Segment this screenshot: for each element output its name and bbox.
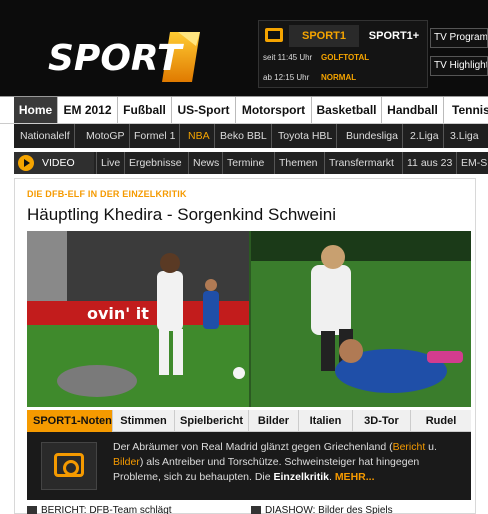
- story-headline[interactable]: Häuptling Khedira - Sorgenkind Schweini: [27, 205, 336, 225]
- nav-basketball[interactable]: Basketball: [312, 97, 382, 123]
- nav-us-sport[interactable]: US-Sport: [172, 97, 236, 123]
- subnav-beko-bbl[interactable]: Beko BBL: [216, 124, 272, 148]
- page: SPORT SPORT1 SPORT1+ seit 11:45 Uhr GOLF…: [0, 0, 488, 514]
- tv-widget: SPORT1 SPORT1+ seit 11:45 Uhr GOLFTOTAL …: [258, 20, 428, 88]
- subnav-toyota-hbl[interactable]: Toyota HBL: [274, 124, 338, 148]
- sub-nav: Nationalelf MotoGP Formel 1 NBA Beko BBL…: [14, 124, 488, 148]
- nav-handball[interactable]: Handball: [382, 97, 444, 123]
- subnav-formel-1[interactable]: Formel 1: [130, 124, 181, 148]
- teaser-part: u.: [425, 441, 437, 453]
- play-icon: [18, 155, 34, 171]
- teaser-part: Der Abräumer von Real Madrid glänzt gege…: [113, 441, 393, 453]
- video-button[interactable]: VIDEO: [14, 152, 94, 174]
- related-link-bericht[interactable]: BERICHT: DFB-Team schlägt: [27, 505, 172, 514]
- schedule-time: ab 12:15 Uhr: [263, 73, 310, 82]
- tab-italien[interactable]: Italien: [299, 410, 353, 432]
- site-header: SPORT SPORT1 SPORT1+ seit 11:45 Uhr GOLF…: [0, 0, 488, 96]
- subnav-motogp[interactable]: MotoGP: [82, 124, 130, 148]
- schedule-program[interactable]: NORMAL: [321, 73, 356, 82]
- nav-em-2012[interactable]: EM 2012: [58, 97, 118, 123]
- tv-icon: [265, 28, 283, 42]
- schedule-program[interactable]: GOLFTOTAL: [321, 53, 369, 62]
- video-nav-termine[interactable]: Termine: [222, 152, 268, 174]
- gallery-icon: [251, 506, 261, 514]
- related-link-diashow[interactable]: DIASHOW: Bilder des Spiels: [251, 505, 393, 514]
- svg-text:ovin' it: ovin' it: [87, 304, 149, 323]
- sport1-logo[interactable]: SPORT: [40, 28, 216, 84]
- video-nav-transfermarkt[interactable]: Transfermarkt: [324, 152, 398, 174]
- nav-tennis[interactable]: Tennis: [444, 97, 488, 123]
- mehr-link[interactable]: MEHR...: [335, 471, 375, 483]
- teaser-text: Der Abräumer von Real Madrid glänzt gege…: [113, 440, 463, 485]
- einzelkritik-link[interactable]: Einzelkritik: [274, 471, 329, 483]
- tab-spielbericht[interactable]: Spielbericht: [175, 410, 249, 432]
- video-nav-11-aus-23[interactable]: 11 aus 23: [402, 152, 456, 174]
- video-label: VIDEO: [42, 157, 75, 169]
- story-teaser: Der Abräumer von Real Madrid glänzt gege…: [27, 432, 471, 500]
- related-link-label: DIASHOW: Bilder des Spiels: [265, 505, 393, 514]
- nav-fussball[interactable]: Fußball: [118, 97, 172, 123]
- photo-tabs: SPORT1-Noten Stimmen Spielbericht Bilder…: [27, 410, 471, 432]
- subnav-nba[interactable]: NBA: [184, 124, 215, 148]
- tab-3d-tor[interactable]: 3D-Tor: [353, 410, 411, 432]
- nav-motorsport[interactable]: Motorsport: [236, 97, 312, 123]
- tab-stimmen[interactable]: Stimmen: [113, 410, 175, 432]
- top-story: DIE DFB-ELF IN DER EINZELKRITIK Häuptlin…: [14, 178, 476, 514]
- subnav-2-liga[interactable]: 2.Liga: [406, 124, 444, 148]
- subnav-nationalelf[interactable]: Nationalelf: [16, 124, 75, 148]
- camera-icon: [54, 453, 84, 477]
- bilder-link[interactable]: Bilder: [113, 456, 140, 468]
- tab-bilder[interactable]: Bilder: [249, 410, 299, 432]
- main-nav: Home EM 2012 Fußball US-Sport Motorsport…: [0, 96, 488, 124]
- subnav-3-liga[interactable]: 3.Liga: [446, 124, 483, 148]
- article-icon: [27, 506, 37, 514]
- photo-khedira: ovin' it: [27, 231, 249, 407]
- related-link-label: BERICHT: DFB-Team schlägt: [41, 505, 172, 514]
- video-nav-themen[interactable]: Themen: [274, 152, 322, 174]
- story-photo[interactable]: ovin' it: [27, 231, 471, 407]
- video-bar: VIDEO Live Ergebnisse News Termine Theme…: [14, 152, 488, 174]
- subnav-bundesliga[interactable]: Bundesliga: [342, 124, 403, 148]
- story-kicker[interactable]: DIE DFB-ELF IN DER EINZELKRITIK: [27, 189, 187, 199]
- tv-highlights-button[interactable]: TV Highlights: [430, 56, 488, 76]
- logo-wordmark: SPORT: [48, 38, 184, 79]
- schedule-time: seit 11:45 Uhr: [263, 53, 313, 62]
- video-nav-news[interactable]: News: [188, 152, 223, 174]
- tab-sport1[interactable]: SPORT1: [289, 25, 359, 47]
- video-nav-live[interactable]: Live: [96, 152, 124, 174]
- video-nav-em-s[interactable]: EM-S: [456, 152, 488, 174]
- video-nav-ergebnisse[interactable]: Ergebnisse: [124, 152, 186, 174]
- tab-sport1-plus[interactable]: SPORT1+: [361, 25, 427, 47]
- gallery-button[interactable]: [41, 442, 97, 490]
- tab-sport1-noten[interactable]: SPORT1-Noten: [27, 410, 113, 432]
- schedule-row[interactable]: ab 12:15 Uhr NORMAL: [263, 73, 356, 82]
- nav-home[interactable]: Home: [14, 97, 58, 123]
- photo-schweinsteiger: [251, 231, 471, 407]
- tab-rudel[interactable]: Rudel: [411, 410, 471, 432]
- bericht-link[interactable]: Bericht: [393, 441, 426, 453]
- tv-programm-button[interactable]: TV Programm: [430, 28, 488, 48]
- schedule-row[interactable]: seit 11:45 Uhr GOLFTOTAL: [263, 53, 369, 62]
